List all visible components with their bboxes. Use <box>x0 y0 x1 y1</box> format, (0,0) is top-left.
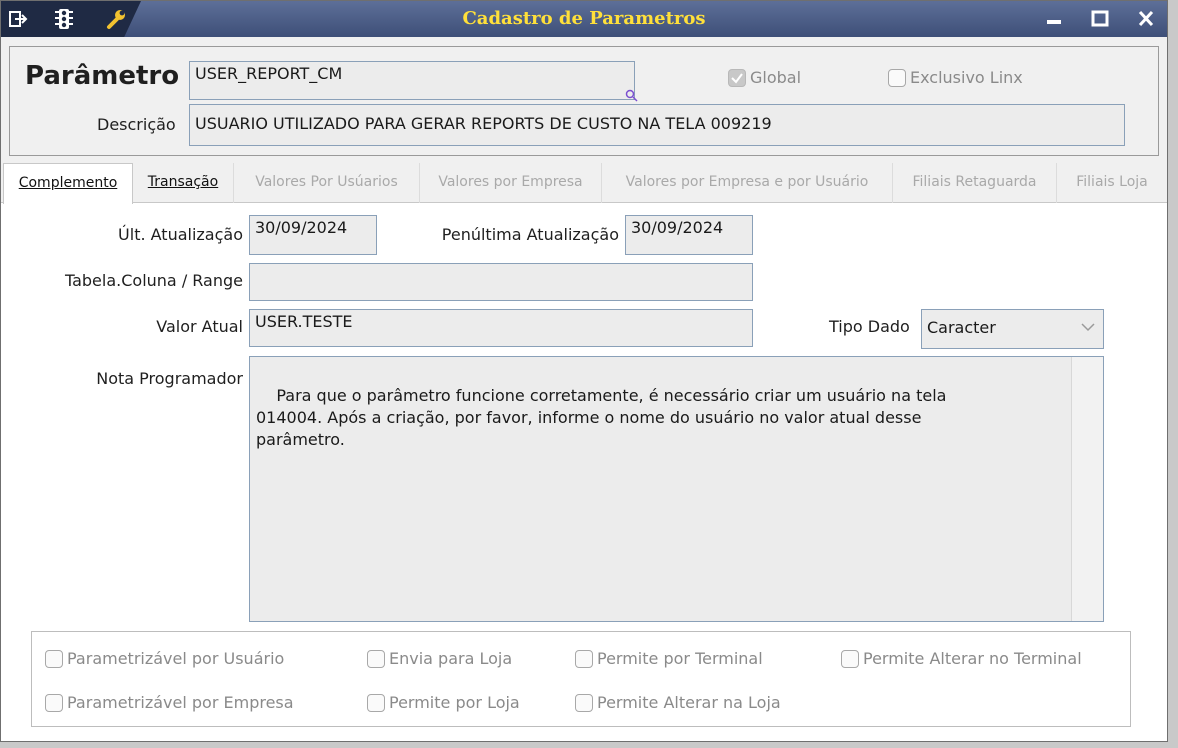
permite-alterar-loja-label: Permite Alterar na Loja <box>597 693 781 712</box>
exclusivo-linx-label: Exclusivo Linx <box>910 68 1023 87</box>
permite-alterar-loja-checkbox[interactable]: Permite Alterar na Loja <box>575 693 781 712</box>
nota-programador-label: Nota Programador <box>96 369 243 388</box>
tab-valores-por-empresa[interactable]: Valores por Empresa <box>420 163 602 203</box>
permite-terminal-label: Permite por Terminal <box>597 649 763 668</box>
title-bar[interactable]: Cadastro de Parametros <box>1 1 1167 37</box>
parametrizavel-empresa-box[interactable] <box>45 693 63 712</box>
tab-filiais-retaguarda[interactable]: Filiais Retaguarda <box>893 163 1057 203</box>
permite-alterar-loja-box[interactable] <box>575 693 593 712</box>
tab-filiais-retaguarda-label: Filiais Retaguarda <box>912 174 1037 190</box>
tab-valores-por-empresa-e-usuario-label: Valores por Empresa e por Usuário <box>625 174 869 190</box>
ult-atualizacao-label: Últ. Atualização <box>118 225 243 244</box>
tipo-dado-select[interactable]: Caracter <box>921 309 1104 349</box>
permite-alterar-terminal-checkbox[interactable]: Permite Alterar no Terminal <box>841 649 1082 668</box>
descricao-input[interactable]: USUARIO UTILIZADO PARA GERAR REPORTS DE … <box>189 104 1125 146</box>
tab-valores-por-empresa-label: Valores por Empresa <box>438 174 583 190</box>
checkmark-icon <box>731 72 743 84</box>
envia-loja-label: Envia para Loja <box>389 649 513 668</box>
tab-transacao[interactable]: Transação <box>133 163 234 203</box>
nota-programador-textarea[interactable]: Para que o parâmetro funcione corretamen… <box>249 356 1104 622</box>
maximize-icon[interactable] <box>1087 7 1113 31</box>
penultima-atualizacao-field[interactable]: 30/09/2024 <box>625 215 753 255</box>
permite-loja-box[interactable] <box>367 693 385 712</box>
tab-filiais-loja[interactable]: Filiais Loja <box>1057 163 1167 203</box>
tab-valores-por-empresa-e-usuario[interactable]: Valores por Empresa e por Usuário <box>602 163 893 203</box>
tab-valores-por-usuarios-label: Valores Por Usúarios <box>255 174 398 190</box>
permite-terminal-checkbox[interactable]: Permite por Terminal <box>575 649 763 668</box>
parametrizavel-empresa-label: Parametrizável por Empresa <box>67 693 294 712</box>
tab-complemento-label: Complemento <box>18 175 118 191</box>
parametrizavel-usuario-checkbox[interactable]: Parametrizável por Usuário <box>45 649 284 668</box>
nota-programador-text: Para que o parâmetro funcione corretamen… <box>256 386 947 449</box>
chevron-down-icon[interactable] <box>1077 316 1099 338</box>
parametro-input[interactable]: USER_REPORT_CM <box>189 61 635 100</box>
parametrizavel-usuario-box[interactable] <box>45 649 63 668</box>
ult-atualizacao-field[interactable]: 30/09/2024 <box>249 215 377 255</box>
tab-filiais-loja-label: Filiais Loja <box>1076 174 1148 190</box>
penultima-atualizacao-label: Penúltima Atualização <box>441 225 619 244</box>
descricao-label: Descrição <box>97 115 176 134</box>
tipo-dado-value: Caracter <box>927 318 996 337</box>
minimize-icon[interactable] <box>1041 7 1067 31</box>
tipo-dado-label: Tipo Dado <box>829 317 910 336</box>
exclusivo-linx-check-box[interactable] <box>888 68 906 87</box>
tab-transacao-label: Transação <box>147 174 219 190</box>
parametrizavel-usuario-label: Parametrizável por Usuário <box>67 649 285 668</box>
tab-valores-por-usuarios[interactable]: Valores Por Usúarios <box>234 163 420 203</box>
window: Cadastro de Parametros Parâmetro USER_RE… <box>0 0 1168 742</box>
permite-terminal-box[interactable] <box>575 649 593 668</box>
nota-scrollbar[interactable] <box>1071 357 1103 621</box>
flags-group <box>31 631 1131 727</box>
close-icon[interactable] <box>1133 7 1159 31</box>
valor-atual-input[interactable]: USER.TESTE <box>249 309 753 347</box>
permite-alterar-terminal-label: Permite Alterar no Terminal <box>863 649 1082 668</box>
global-label: Global <box>750 68 802 87</box>
tabela-coluna-label: Tabela.Coluna / Range <box>64 271 243 290</box>
search-icon[interactable] <box>625 89 639 103</box>
parametro-label: Parâmetro <box>25 61 180 91</box>
tab-complemento[interactable]: Complemento <box>3 163 133 204</box>
parametrizavel-empresa-checkbox[interactable]: Parametrizável por Empresa <box>45 693 294 712</box>
valor-atual-label: Valor Atual <box>156 317 243 336</box>
permite-loja-label: Permite por Loja <box>389 693 520 712</box>
global-check-box[interactable] <box>728 68 746 87</box>
permite-loja-checkbox[interactable]: Permite por Loja <box>367 693 520 712</box>
envia-loja-checkbox[interactable]: Envia para Loja <box>367 649 512 668</box>
exclusivo-linx-checkbox[interactable]: Exclusivo Linx <box>888 68 1023 87</box>
tab-bar: Complemento Transação Valores Por Usúari… <box>1 163 1167 204</box>
tabela-coluna-input[interactable] <box>249 263 753 301</box>
permite-alterar-terminal-box[interactable] <box>841 649 859 668</box>
global-checkbox[interactable]: Global <box>728 68 801 87</box>
window-title: Cadastro de Parametros <box>462 8 706 29</box>
envia-loja-box[interactable] <box>367 649 385 668</box>
